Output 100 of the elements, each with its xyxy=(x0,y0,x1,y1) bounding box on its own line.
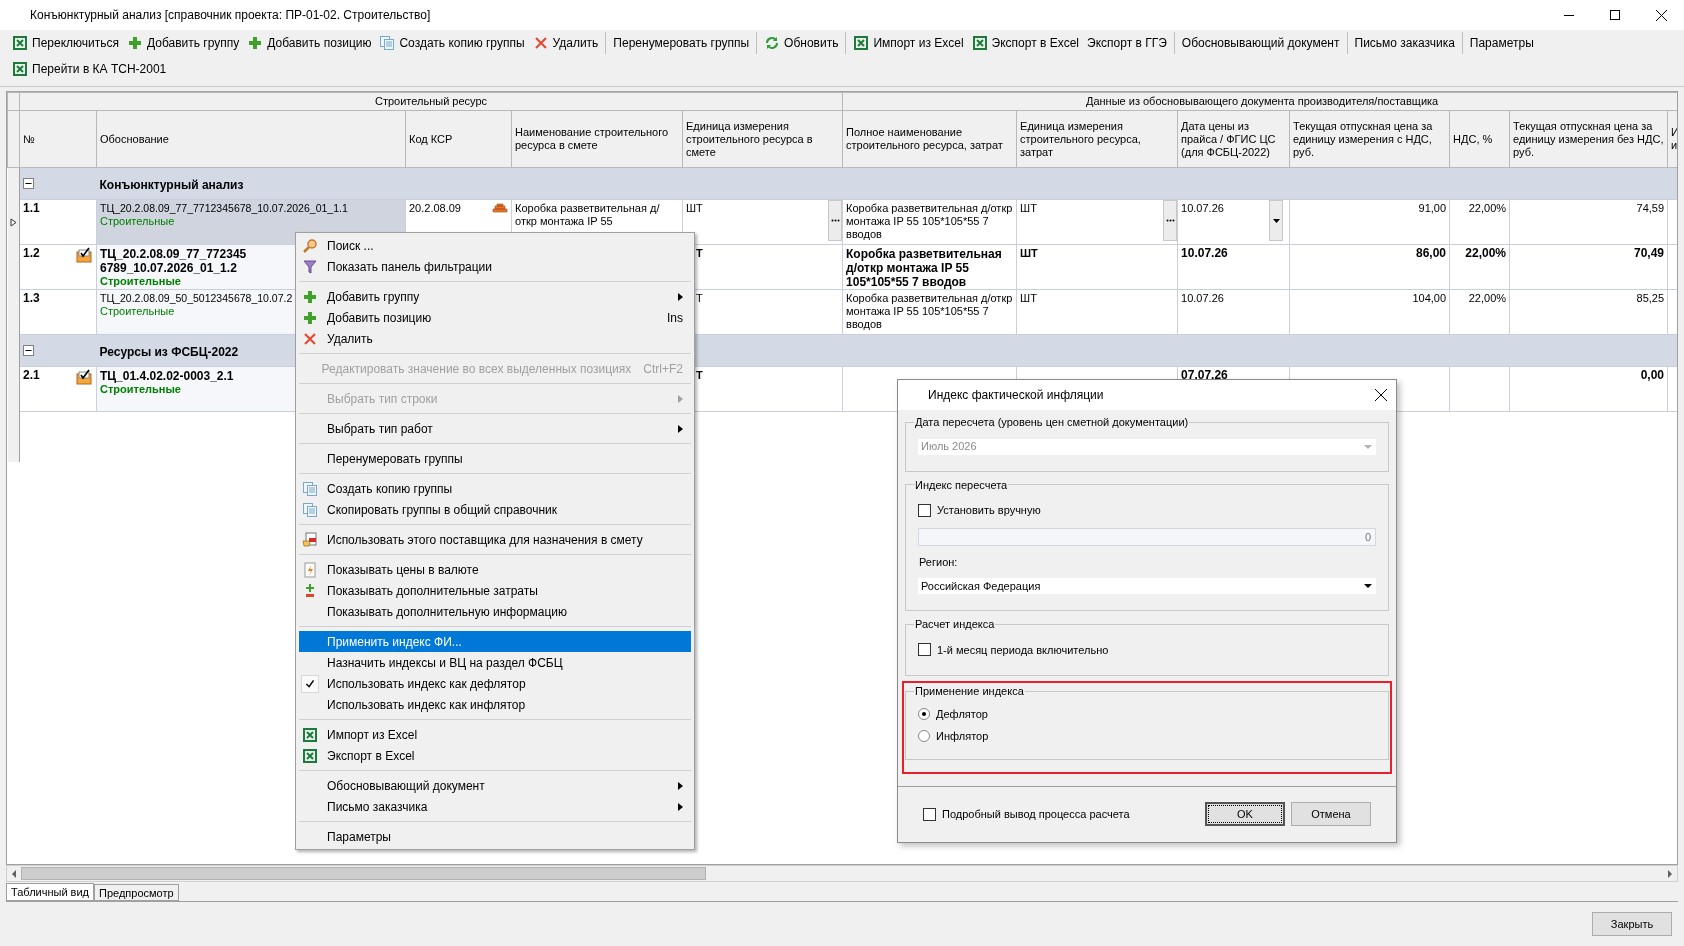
ksr-code: 20.2.08.09 xyxy=(409,202,461,215)
group-title: Конъюнктурный анализ xyxy=(99,177,244,192)
menu-item[interactable]: Назначить индексы и ВЦ на раздел ФСБЦ xyxy=(299,652,691,673)
unit-text: ШТ xyxy=(686,202,703,214)
menu-item[interactable]: Параметры xyxy=(299,826,691,847)
column-header[interactable]: Наименование строительного ресурса в смете xyxy=(511,110,683,168)
collapse-icon[interactable] xyxy=(23,178,34,189)
dropdown-field[interactable]: Российская Федерация xyxy=(918,578,1376,594)
dialog-button[interactable]: Отмена xyxy=(1291,802,1371,826)
toolbar-button[interactable]: Обновить xyxy=(760,32,843,54)
toolbar-button[interactable]: Создать копию группы xyxy=(375,32,529,54)
spreadsheet-icon xyxy=(12,35,28,51)
column-header[interactable]: Текущая отпускная цена за единицу измерения с НДС, руб. xyxy=(1289,110,1450,168)
close-window-button[interactable]: Закрыть xyxy=(1592,912,1672,936)
dropdown-button[interactable] xyxy=(1269,200,1284,241)
maximize-icon xyxy=(1610,10,1620,20)
category-label: Строительные xyxy=(100,305,175,318)
menu-item[interactable]: Перенумеровать группы xyxy=(299,448,691,469)
price-date: 10.07.26 xyxy=(1181,202,1224,214)
shortcut-hint: Ctrl+F2 xyxy=(643,360,683,378)
menu-item[interactable]: Добавить позицию Ins xyxy=(299,307,691,328)
copy-icon xyxy=(302,480,318,497)
menu-item[interactable]: Использовать индекс как дефлятор xyxy=(299,673,691,694)
menu-item[interactable]: Удалить xyxy=(299,328,691,349)
menu-item[interactable]: Использовать этого поставщика для назначения в смету xyxy=(299,529,691,550)
menu-item[interactable]: Поиск ... xyxy=(299,235,691,256)
menu-item[interactable]: Письмо заказчика xyxy=(299,796,691,817)
menu-item[interactable]: Показывать дополнительные затраты xyxy=(299,580,691,601)
toolbar-button[interactable]: Переключиться xyxy=(8,32,123,54)
checkbox[interactable] xyxy=(918,643,931,657)
menu-item[interactable]: Создать копию группы xyxy=(299,478,691,499)
scrollbar-thumb[interactable] xyxy=(21,867,706,880)
field-label: Регион: xyxy=(919,554,959,570)
menu-item[interactable]: Использовать индекс как инфлятор xyxy=(299,694,691,715)
close-icon xyxy=(1655,9,1667,21)
dialog-button[interactable]: OK xyxy=(1205,802,1285,826)
menu-item[interactable]: Добавить группу xyxy=(299,286,691,307)
toolbar-button[interactable]: Письмо заказчика xyxy=(1350,32,1459,54)
collapse-icon[interactable] xyxy=(23,345,34,356)
menu-item[interactable]: Скопировать группы в общий справочник xyxy=(299,499,691,520)
justification-code: ТЦ_20.2.08.09_50_5012345678_10.07.2 xyxy=(100,292,293,305)
column-header[interactable]: Код КСР xyxy=(405,110,512,168)
toolbar-button[interactable]: Экспорт в ГГЭ xyxy=(1083,32,1171,54)
ellipsis-icon xyxy=(830,219,840,222)
menu-item[interactable]: Обосновывающий документ xyxy=(299,775,691,796)
category-label: Строительные xyxy=(100,275,181,288)
horizontal-scrollbar[interactable] xyxy=(6,865,1678,882)
toolbar-button[interactable]: Добавить позицию xyxy=(243,32,376,54)
column-group-header: Данные из обосновывающего документа производителя/поставщика xyxy=(842,92,1677,111)
column-header[interactable]: Текущая отпускная цена за единицу измерения без НДС, руб. xyxy=(1509,110,1668,168)
price-value: 74,59 xyxy=(1636,202,1665,214)
radio-button[interactable] xyxy=(918,730,930,743)
toolbar-button[interactable]: Импорт из Excel xyxy=(849,32,968,54)
minimize-icon xyxy=(1564,14,1574,16)
menu-item[interactable]: Выбрать тип работ xyxy=(299,418,691,439)
shortcut-hint: Ins xyxy=(667,309,683,327)
column-header[interactable]: НДС, % xyxy=(1449,110,1510,168)
checkbox[interactable] xyxy=(918,503,931,517)
checkbox-label: Подробный вывод процесса расчета xyxy=(942,806,1130,822)
checkbox[interactable] xyxy=(923,807,936,821)
ellipsis-button[interactable] xyxy=(828,200,842,241)
caret-icon xyxy=(1364,444,1372,449)
radio-label: Инфлятор xyxy=(936,729,989,744)
unit-text: ШТ xyxy=(1020,247,1038,259)
spreadsheet-icon xyxy=(853,35,870,51)
price-value: 91,00 xyxy=(1418,202,1447,214)
toolbar-button[interactable]: Перенумеровать группы xyxy=(609,32,754,54)
toolbar-button[interactable]: Добавить группу xyxy=(123,32,244,54)
spreadsheet-icon xyxy=(302,747,318,764)
column-header[interactable]: Дата цены из прайса / ФГИС ЦС (для ФСБЦ-2022) xyxy=(1177,110,1290,168)
menu-item[interactable]: Применить индекс ФИ... xyxy=(299,631,691,652)
menu-item[interactable]: Показывать дополнительную информацию xyxy=(299,601,691,622)
search-icon xyxy=(302,237,318,254)
unit-text: Т xyxy=(696,292,703,304)
toolbar-button[interactable]: Перейти в КА ТСН-2001 xyxy=(8,58,171,80)
toolbar-button[interactable]: Экспорт в Excel xyxy=(967,32,1084,54)
menu-item[interactable]: Экспорт в Excel xyxy=(299,745,691,766)
radio-button[interactable] xyxy=(918,707,930,720)
view-tab[interactable]: Табличный вид xyxy=(6,883,95,901)
toolbar-button[interactable]: Параметры xyxy=(1465,32,1538,54)
menu-item[interactable]: Импорт из Excel xyxy=(299,724,691,745)
group-label: Индекс пересчета xyxy=(914,477,1009,493)
column-header[interactable]: Полное наименование строительного ресурса, затрат xyxy=(842,110,1017,168)
view-tab[interactable]: Предпросмотр xyxy=(94,884,179,901)
column-header[interactable]: Обоснование xyxy=(96,110,406,168)
document-lightning-icon xyxy=(302,561,318,578)
row-number: 1.2 xyxy=(23,247,40,262)
category-label: Строительные xyxy=(100,383,181,396)
price-value: 86,00 xyxy=(1416,246,1447,260)
column-header[interactable]: Единица измерения строительного ресурса, затрат xyxy=(1016,110,1178,168)
toolbar-button[interactable]: Обосновывающий документ xyxy=(1177,32,1344,54)
menu-item[interactable]: Показать панель фильтрации xyxy=(299,256,691,277)
column-header[interactable]: Единица измерения строительного ресурса в смете xyxy=(682,110,843,168)
caret-icon xyxy=(1272,218,1280,223)
menu-item[interactable]: Показывать цены в валюте xyxy=(299,559,691,580)
column-header[interactable]: № xyxy=(19,110,97,168)
group-label: Применение индекса xyxy=(914,684,1025,699)
toolbar-button[interactable]: Удалить xyxy=(528,32,603,54)
ellipsis-button[interactable] xyxy=(1163,200,1177,241)
plus-icon xyxy=(247,35,264,51)
